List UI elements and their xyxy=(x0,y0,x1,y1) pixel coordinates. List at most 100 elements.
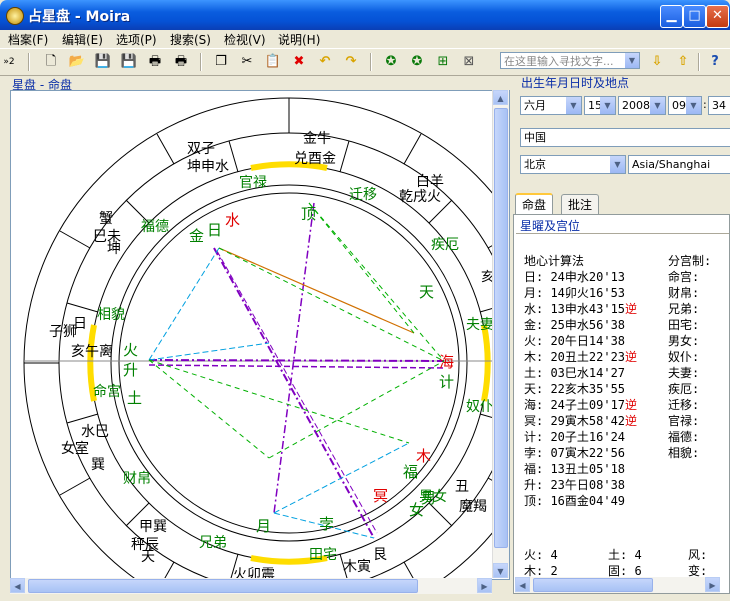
aspect-line-green-6 xyxy=(268,360,445,459)
planet-label: 顶 xyxy=(301,205,316,223)
close-button[interactable]: ✕ xyxy=(706,5,729,28)
positions-list[interactable]: 地心计算法 分宫制: 日: 24申水20'13 月: 14卯火16'53 水: … xyxy=(516,233,729,582)
aspect-line-cyan-2 xyxy=(148,342,270,361)
scroll-right-icon[interactable]: ▶ xyxy=(705,577,720,592)
planet-label: 金 xyxy=(189,227,204,245)
planet-labels: 金 日 水 顶 天 海 计 木 福 冥 男 女 孛 月 火 升 土 xyxy=(123,205,454,535)
house-row: 官禄: xyxy=(668,414,700,428)
house-row: 田宅: xyxy=(668,318,700,332)
aspect-line-cyan-4 xyxy=(273,442,410,514)
city-select[interactable]: 北京 ▼ xyxy=(520,155,626,174)
chevron-down-icon[interactable]: ▼ xyxy=(650,97,665,114)
paste-icon[interactable]: 📋 xyxy=(264,53,282,71)
menu-options[interactable]: 选项(P) xyxy=(116,31,157,48)
menu-edit[interactable]: 编辑(E) xyxy=(62,31,103,48)
planet-label: 升 xyxy=(123,361,138,379)
position-row: 月: 14卯火16'53 xyxy=(524,286,626,300)
position-row: 孛: 07寅木22'56 xyxy=(524,446,626,460)
astrology-chart-svg: 金牛 白羊 兑酉金 乾戌火 亥 坤申水 双子 蟹 巳未 坤 子狮 亥午离 日 水… xyxy=(23,97,509,579)
chevron-down-icon[interactable]: ▼ xyxy=(600,97,615,114)
scroll-up-icon[interactable]: ▲ xyxy=(493,90,508,105)
chart2-icon[interactable]: ✪ xyxy=(408,53,426,71)
ring-label: 兑酉金 xyxy=(294,151,336,167)
chevron-down-icon[interactable]: ▼ xyxy=(610,156,625,173)
undo-icon[interactable]: ↶ xyxy=(316,53,334,71)
timezone-input[interactable]: Asia/Shanghai xyxy=(628,155,730,174)
copy-icon[interactable]: ❐ xyxy=(212,53,230,71)
chart3-icon[interactable]: ⊞ xyxy=(434,53,452,71)
menu-file[interactable]: 档案(F) xyxy=(8,31,48,48)
astrology-chart-view[interactable]: 金牛 白羊 兑酉金 乾戌火 亥 坤申水 双子 蟹 巳未 坤 子狮 亥午离 日 水… xyxy=(10,90,510,580)
scroll-thumb[interactable] xyxy=(494,108,508,548)
minute-input[interactable]: 34 xyxy=(708,96,730,115)
delete-icon[interactable]: ✖ xyxy=(290,53,308,71)
chart4-icon[interactable]: ⊠ xyxy=(460,53,478,71)
save-as-icon[interactable]: 💾 xyxy=(120,53,138,71)
ring-label: 魔羯 xyxy=(459,499,487,515)
tab-notes[interactable]: 批注 xyxy=(561,194,600,215)
search-input[interactable]: 在这里输入寻找文字... ▼ xyxy=(500,52,640,69)
chevron-down-icon[interactable]: ▼ xyxy=(566,97,581,114)
house-row: 夫妻: xyxy=(668,366,700,380)
year-select[interactable]: 2008 ▼ xyxy=(618,96,666,115)
save-icon[interactable]: 💾 xyxy=(94,53,112,71)
open-icon[interactable]: 📂 xyxy=(68,53,86,71)
help-icon[interactable]: ? xyxy=(706,53,724,71)
position-row: 天: 22亥木35'55 xyxy=(524,382,626,396)
planet-label: 日 xyxy=(207,221,222,239)
scroll-left-icon[interactable]: ◀ xyxy=(515,577,530,592)
scroll-right-icon[interactable]: ▶ xyxy=(477,578,492,593)
positions-horizontal-scrollbar[interactable]: ◀ ▶ xyxy=(515,577,720,593)
window-title: 占星盘 - Moira xyxy=(28,9,131,25)
chart-vertical-scrollbar[interactable]: ▲ ▼ xyxy=(492,90,509,578)
upload-icon[interactable]: ⇧ xyxy=(674,53,692,71)
chart-horizontal-scrollbar[interactable]: ◀ ▶ xyxy=(10,578,492,594)
planet-label: 福 xyxy=(403,463,418,481)
position-row: 木: 20丑土22'23逆 xyxy=(524,350,638,364)
ring-label: 坤申水 xyxy=(187,159,229,175)
app-icon[interactable] xyxy=(6,7,24,25)
toolbar-overflow-icon[interactable]: »2 xyxy=(2,53,16,71)
month-select[interactable]: 六月 ▼ xyxy=(520,96,582,115)
scroll-down-icon[interactable]: ▼ xyxy=(493,563,508,578)
redo-icon[interactable]: ↷ xyxy=(342,53,360,71)
planet-label: 水 xyxy=(225,211,240,229)
house-label: 疾厄 xyxy=(431,237,459,253)
chevron-down-icon[interactable]: ▼ xyxy=(625,53,639,68)
hour-select[interactable]: 09 ▼ xyxy=(668,96,702,115)
method-label: 地心计算法 xyxy=(524,254,585,268)
house-label: 兄弟 xyxy=(199,535,227,551)
chevron-down-icon[interactable]: ▼ xyxy=(686,97,701,114)
search-placeholder: 在这里输入寻找文字... xyxy=(504,55,614,68)
scroll-left-icon[interactable]: ◀ xyxy=(10,578,25,593)
aspect-line-green-5 xyxy=(218,247,445,362)
planet-label: 海 xyxy=(439,353,454,371)
scroll-thumb[interactable] xyxy=(533,578,653,592)
menu-search[interactable]: 搜索(S) xyxy=(170,31,211,48)
house-row: 疾厄: xyxy=(668,382,700,396)
ring-label: 乾戌火 xyxy=(399,189,441,205)
scroll-thumb[interactable] xyxy=(28,579,418,593)
menu-view[interactable]: 检视(V) xyxy=(224,31,266,48)
minimize-button[interactable]: ▁ xyxy=(660,5,683,28)
download-icon[interactable]: ⇩ xyxy=(648,53,666,71)
maximize-button[interactable]: □ xyxy=(683,5,706,28)
house-row: 福德: xyxy=(668,430,700,444)
ring-label: 亥午离 xyxy=(71,343,113,360)
ring-label: 坤 xyxy=(107,241,121,257)
cut-icon[interactable]: ✂ xyxy=(238,53,256,71)
ring-label: 金牛 xyxy=(303,131,331,147)
menu-help[interactable]: 说明(H) xyxy=(278,31,320,48)
chart-icon[interactable]: ✪ xyxy=(382,53,400,71)
aspect-line-purple-v xyxy=(273,202,315,514)
new-icon[interactable]: 🗋 xyxy=(42,53,60,71)
toolbar: »2 🗋 📂 💾 💾 🖶 🖶 ❐ ✂ 📋 ✖ ↶ ↷ ✪ ✪ ⊞ ⊠ 在这里输入… xyxy=(0,48,730,76)
day-select[interactable]: 15 ▼ xyxy=(584,96,616,115)
print-preview-icon[interactable]: 🖶 xyxy=(172,53,190,71)
city-value: 北京 xyxy=(524,158,546,171)
aspect-line-orange xyxy=(218,247,415,334)
print-icon[interactable]: 🖶 xyxy=(146,53,164,71)
position-row: 升: 23午日08'38 xyxy=(524,478,626,492)
planet-label: 女 xyxy=(409,501,424,519)
country-input[interactable]: 中国 xyxy=(520,128,730,147)
